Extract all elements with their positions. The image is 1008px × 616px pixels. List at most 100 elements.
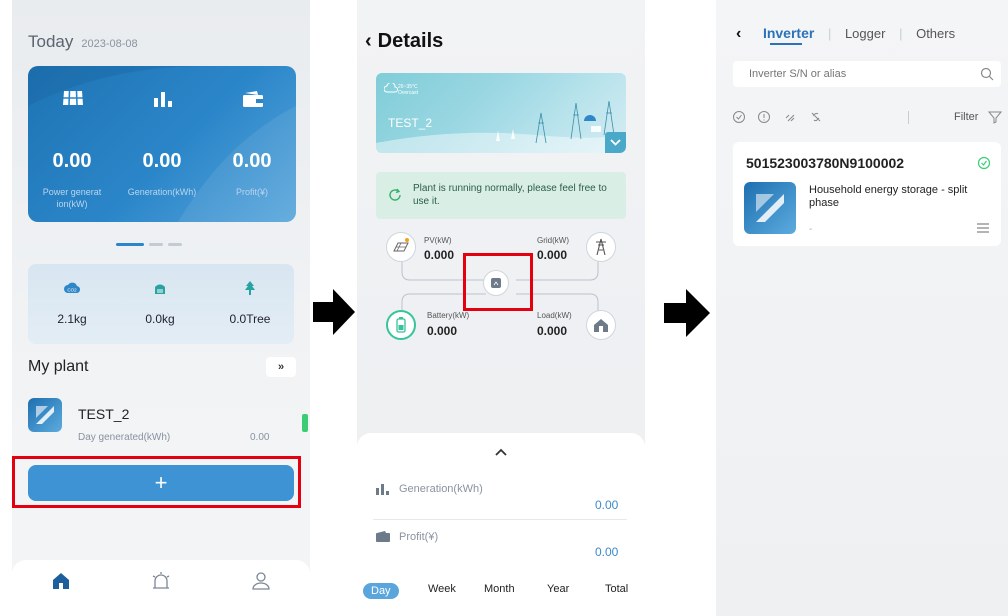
chevron-up-icon[interactable] [493, 447, 509, 457]
page-title: Details [377, 30, 444, 52]
highlight-add-button [12, 456, 301, 508]
home-screen: Today 2023-08-08 0.00 Power generat ion(k… [12, 0, 310, 616]
env-value: 0.0Tree [229, 312, 271, 326]
details-header[interactable]: ‹ Details [365, 30, 443, 53]
plant-logo-icon [28, 398, 62, 432]
plant-day-generated-value: 0.00 [250, 432, 270, 443]
inverter-alias: - [809, 224, 813, 235]
back-chevron-icon[interactable]: ‹ [365, 30, 372, 52]
tab-active-underline [770, 43, 802, 45]
pv-label: PV(kW) [424, 236, 452, 245]
stat-value: 0.00 [52, 150, 92, 172]
carousel-indicator[interactable] [116, 243, 187, 261]
battery-node[interactable] [386, 310, 416, 340]
more-plants-button[interactable]: » [266, 357, 296, 377]
co2-cloud-icon: CO2 [64, 282, 80, 294]
bottom-tab-bar [12, 560, 310, 616]
load-label: Load(kW) [537, 311, 572, 320]
arrow-right-icon [313, 289, 355, 335]
stat-value: 0.00 [142, 150, 182, 172]
divider [373, 519, 627, 520]
plant-name: TEST_2 [388, 116, 433, 130]
period-tab-week[interactable]: Week [428, 583, 456, 595]
tree-icon [245, 281, 255, 295]
menu-icon[interactable] [976, 222, 990, 234]
weather-info: 26~35°C Overcast [398, 84, 418, 96]
plant-name: TEST_2 [78, 406, 130, 422]
online-check-icon [977, 156, 991, 170]
battery-value: 0.000 [427, 324, 458, 338]
expand-button[interactable] [605, 132, 626, 153]
battery-label: Battery(kW) [427, 311, 470, 320]
highlight-inverter-node [463, 253, 533, 311]
pv-node[interactable] [386, 232, 416, 262]
summary-card[interactable]: 0.00 Power generat ion(kW) 0.00 Generati… [28, 66, 296, 222]
plant-status-indicator [302, 414, 308, 432]
tab-separator: | [899, 26, 903, 41]
grid-value: 0.000 [537, 248, 568, 262]
my-plant-heading: My plant [28, 358, 89, 375]
warning-status-icon[interactable] [757, 110, 771, 124]
link-icon[interactable] [783, 110, 797, 124]
stat-label: Power generat ion(kW) [42, 187, 102, 209]
arrow-right-icon [664, 289, 710, 337]
period-tab-total[interactable]: Total [605, 583, 628, 595]
status-notice: Plant is running normally, please feel f… [376, 172, 626, 219]
env-value: 2.1kg [57, 312, 87, 326]
search-bar[interactable] [733, 61, 1001, 87]
filter-icon[interactable] [988, 110, 1002, 124]
bar-chart-icon [376, 484, 389, 495]
alarm-icon[interactable] [150, 570, 172, 592]
cloud-icon [384, 83, 398, 93]
offline-link-icon[interactable] [809, 110, 823, 124]
user-icon[interactable] [250, 570, 272, 592]
wallet-icon [376, 531, 390, 542]
grid-node[interactable] [586, 232, 616, 262]
period-tab-year[interactable]: Year [547, 583, 569, 595]
tab-others[interactable]: Others [916, 26, 955, 41]
battery-icon [396, 317, 406, 333]
profit-value: 0.00 [595, 545, 619, 559]
wallet-icon [243, 91, 263, 107]
filter-label[interactable]: Filter [954, 111, 978, 123]
generation-label: Generation(kWh) [399, 483, 483, 495]
search-icon[interactable] [980, 67, 994, 81]
plant-day-generated-label: Day generated(kWh) [78, 432, 171, 443]
tab-separator: | [827, 26, 832, 41]
search-input[interactable] [747, 67, 981, 81]
power-tower-icon [596, 238, 606, 256]
home-icon[interactable] [50, 570, 72, 592]
status-filter-bar: Filter [732, 108, 1004, 128]
online-status-icon[interactable] [732, 110, 746, 124]
stat-label: Profit(¥) [235, 187, 268, 197]
inverter-list-item[interactable]: 501523003780N9100002 Household energy st… [733, 142, 1001, 246]
load-node[interactable] [586, 310, 616, 340]
environment-card: CO2 2.1kg 0.0kg 0.0Tree [28, 264, 294, 344]
period-tab-day[interactable]: Day [363, 583, 399, 599]
inverter-serial-number: 501523003780N9100002 [746, 155, 905, 171]
inverter-type: Household energy storage - split phase [809, 184, 968, 209]
pv-value: 0.000 [424, 248, 455, 262]
env-value: 0.0kg [145, 312, 175, 326]
chevron-down-icon [610, 139, 621, 146]
plant-list-item[interactable]: TEST_2 Day generated(kWh) 0.00 [28, 398, 308, 450]
tab-logger[interactable]: Logger [845, 26, 885, 41]
house-icon [594, 319, 608, 332]
today-header: Today 2023-08-08 [28, 32, 138, 52]
solar-panel-icon [63, 90, 83, 106]
carousel-dot [168, 243, 182, 246]
load-value: 0.000 [537, 324, 568, 338]
period-tab-month[interactable]: Month [484, 583, 515, 595]
stat-label: Generation(kWh) [127, 187, 197, 197]
solar-panel-icon [393, 238, 409, 252]
generation-value: 0.00 [595, 498, 619, 512]
tab-inverter[interactable]: Inverter [763, 25, 814, 41]
device-list-screen: ‹ Inverter | Logger | Others Filter 5015… [716, 0, 1008, 616]
carousel-dot [149, 243, 163, 246]
weather-condition: Overcast [398, 90, 419, 96]
inverter-logo-icon [744, 182, 796, 234]
bar-chart-icon [154, 92, 172, 107]
svg-text:CO2: CO2 [67, 288, 77, 293]
status-notice-text: Plant is running normally, please feel f… [413, 183, 607, 207]
back-chevron-icon[interactable]: ‹ [736, 25, 741, 42]
